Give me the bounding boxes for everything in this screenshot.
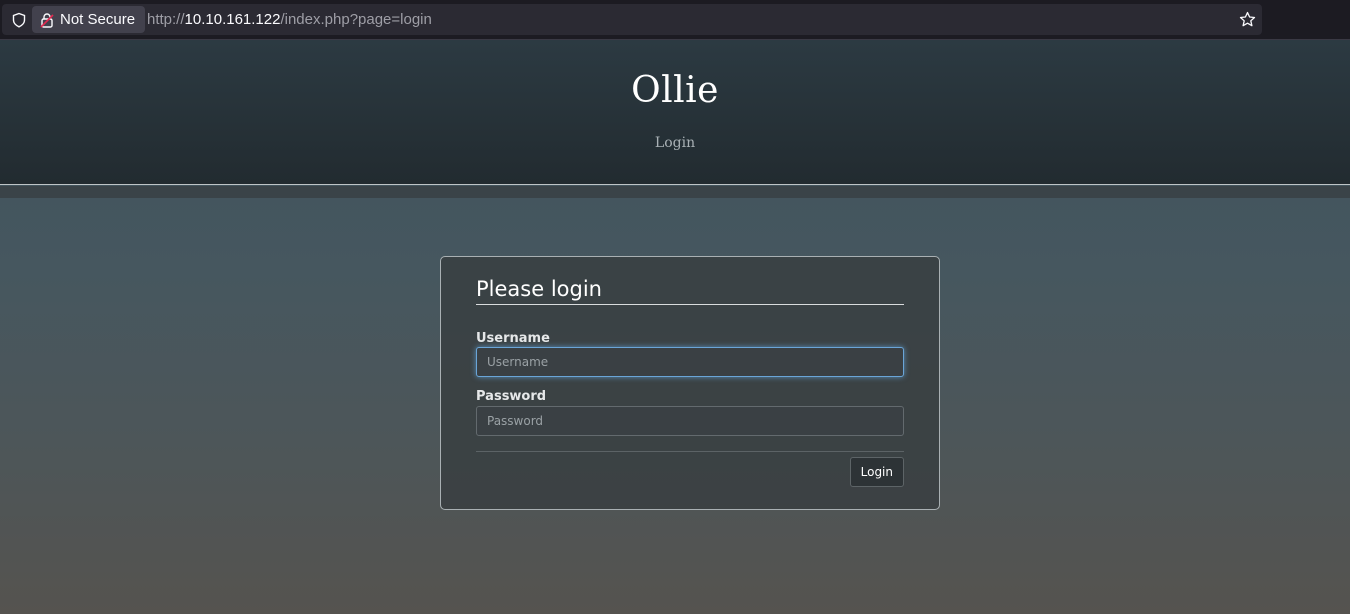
url-text[interactable]: http://10.10.161.122/index.php?page=logi… — [147, 4, 432, 35]
login-heading: Please login — [476, 277, 904, 305]
lock-icon — [40, 12, 54, 28]
header-divider — [0, 186, 1350, 198]
site-subtitle: Login — [654, 135, 696, 151]
url-host: 10.10.161.122 — [184, 11, 281, 28]
page-content: Ollie Login Please login Username Passwo… — [0, 40, 1350, 614]
shield-icon[interactable] — [11, 12, 27, 28]
site-header: Ollie Login — [0, 40, 1350, 185]
security-indicator[interactable]: Not Secure — [32, 6, 146, 33]
url-scheme: http:// — [147, 11, 185, 28]
username-label: Username — [476, 331, 550, 346]
star-icon[interactable] — [1239, 11, 1256, 28]
security-label: Not Secure — [60, 11, 136, 28]
password-label: Password — [476, 389, 547, 404]
url-bar[interactable]: Not Secure http://10.10.161.122/index.ph… — [2, 4, 1262, 35]
password-input[interactable] — [476, 406, 904, 436]
login-form: Please login Username Password Login — [440, 256, 940, 510]
url-path: /index.php?page=login — [280, 11, 432, 28]
login-button[interactable]: Login — [849, 457, 904, 487]
form-divider — [476, 451, 904, 452]
username-input[interactable] — [476, 347, 904, 377]
site-title: Ollie — [631, 70, 719, 111]
browser-toolbar: Not Secure http://10.10.161.122/index.ph… — [0, 0, 1350, 40]
